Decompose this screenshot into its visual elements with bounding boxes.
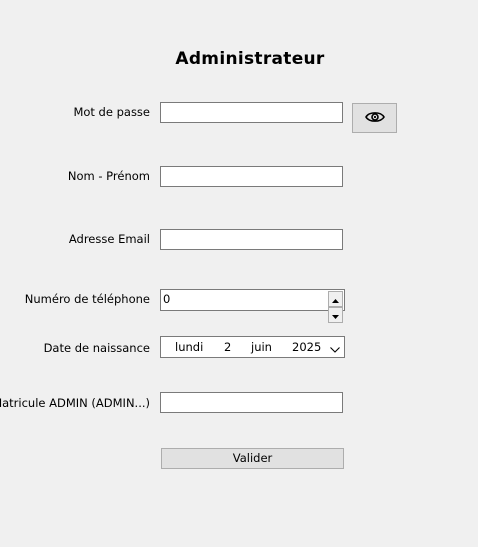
eye-icon bbox=[364, 110, 385, 127]
email-label: Adresse Email bbox=[68, 232, 150, 246]
spin-down-button[interactable] bbox=[328, 307, 343, 323]
phone-label: Numéro de téléphone bbox=[24, 292, 150, 306]
name-label: Nom - Prénom bbox=[67, 169, 150, 183]
chevron-down-icon bbox=[330, 342, 340, 356]
date-weekday: lundi bbox=[175, 340, 204, 354]
password-label: Mot de passe bbox=[73, 105, 150, 119]
submit-button[interactable]: Valider bbox=[161, 448, 344, 469]
birthdate-label: Date de naissance bbox=[43, 341, 150, 355]
spin-buttons bbox=[328, 291, 343, 323]
date-year: 2025 bbox=[292, 340, 322, 354]
password-field[interactable] bbox=[160, 102, 343, 123]
toggle-password-button[interactable] bbox=[352, 103, 397, 133]
admin-form-window: Administrateur Mot de passe Nom - Prénom… bbox=[0, 0, 478, 547]
email-field[interactable] bbox=[160, 229, 343, 250]
phone-spinbox[interactable]: 0 bbox=[160, 289, 345, 323]
date-dropdown-button[interactable] bbox=[328, 339, 342, 355]
birthdate-picker[interactable]: lundi 2 juin 2025 bbox=[160, 336, 345, 358]
page-title: Administrateur bbox=[175, 49, 325, 69]
name-field[interactable] bbox=[160, 166, 343, 187]
spin-up-button[interactable] bbox=[328, 291, 343, 307]
spin-up-icon bbox=[332, 292, 339, 306]
matricule-field[interactable] bbox=[160, 392, 343, 413]
phone-value: 0 bbox=[163, 292, 171, 306]
spin-down-icon bbox=[332, 308, 339, 322]
date-month: juin bbox=[251, 340, 272, 354]
matricule-label: Matricule ADMIN (ADMIN...) bbox=[0, 396, 150, 410]
date-day: 2 bbox=[224, 340, 232, 354]
